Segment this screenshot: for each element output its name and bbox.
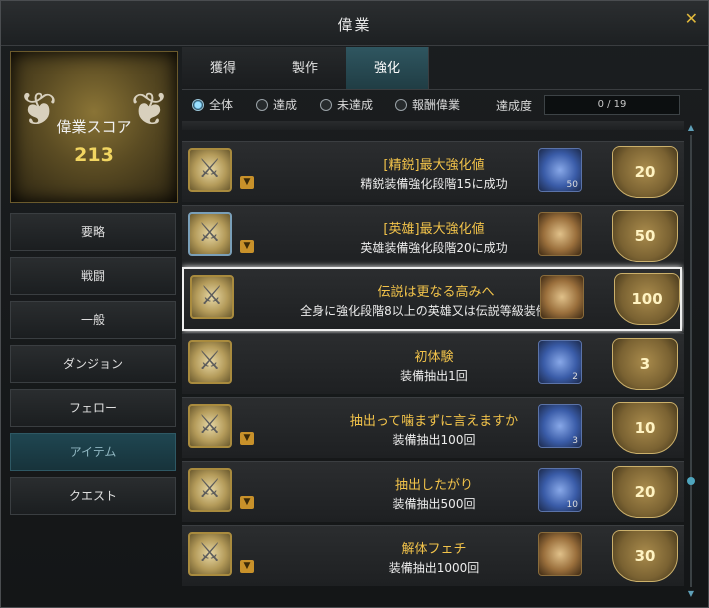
sword-icon: ⚔	[198, 346, 222, 376]
filter-achieved-radio[interactable]: 達成	[256, 97, 297, 113]
radio-dot-icon	[256, 99, 268, 111]
list-item[interactable]: ⚔ ▼ [精鋭]最大強化値 精鋭装備強化段階15に成功 50 20	[182, 141, 684, 202]
filter-reward-label: 報酬偉業	[412, 98, 461, 112]
sword-icon: ⚔	[198, 218, 222, 248]
scroll-track[interactable]	[690, 135, 692, 587]
points-badge: 20	[612, 146, 678, 198]
nav-item-fellow[interactable]: フェロー	[10, 389, 176, 427]
reward-chest-icon	[538, 212, 582, 256]
nav-item-general[interactable]: 一般	[10, 301, 176, 339]
points-badge: 100	[614, 273, 680, 325]
points-badge: 50	[612, 210, 678, 262]
radio-dot-icon	[395, 99, 407, 111]
achievement-icon: ⚔	[188, 404, 232, 448]
reward-gem-icon: 10	[538, 468, 582, 512]
category-nav: 要略 戦闘 一般 ダンジョン フェロー アイテム クエスト	[10, 213, 176, 521]
chevron-down-icon[interactable]: ▼	[240, 432, 254, 445]
sword-icon: ⚔	[198, 538, 222, 568]
progress-value: 0 / 19	[544, 95, 680, 115]
achievement-icon: ⚔	[188, 468, 232, 512]
list-item-highlighted[interactable]: ⚔ 伝説は更なる高みへ 全身に強化段階8以上の英雄又は伝説等級装備着用 100	[182, 267, 682, 331]
reward-chest-icon	[540, 275, 584, 319]
reward-gem-icon: 2	[538, 340, 582, 384]
achievement-icon: ⚔	[188, 532, 232, 576]
chevron-down-icon[interactable]: ▼	[240, 240, 254, 253]
reward-gem-icon: 3	[538, 404, 582, 448]
score-value: 213	[74, 144, 114, 166]
list-scrollbar[interactable]: ▲ ▼	[686, 123, 696, 599]
score-panel: ❦ ❦ 偉業スコア 213	[10, 51, 178, 203]
achievement-icon: ⚔	[188, 148, 232, 192]
achievement-list: ⚔ ▼ [精鋭]最大強化値 精鋭装備強化段階15に成功 50 20 ⚔ ▼ [英…	[182, 121, 684, 599]
achievement-icon: ⚔	[188, 212, 232, 256]
radio-dot-icon	[192, 99, 204, 111]
list-item-partial	[182, 121, 684, 130]
scroll-thumb[interactable]	[687, 477, 695, 485]
achievement-icon: ⚔	[190, 275, 234, 319]
nav-item-summary[interactable]: 要略	[10, 213, 176, 251]
sword-icon: ⚔	[198, 410, 222, 440]
reward-count: 3	[572, 436, 578, 446]
nav-item-dungeon[interactable]: ダンジョン	[10, 345, 176, 383]
reward-count: 10	[566, 500, 578, 510]
filter-reward-radio[interactable]: 報酬偉業	[395, 97, 460, 113]
filter-unachieved-label: 未達成	[337, 98, 374, 112]
achievement-icon: ⚔	[188, 340, 232, 384]
filter-achieved-label: 達成	[273, 98, 298, 112]
points-badge: 30	[612, 530, 678, 582]
filter-unachieved-radio[interactable]: 未達成	[320, 97, 373, 113]
chevron-down-icon[interactable]: ▼	[240, 560, 254, 573]
score-label: 偉業スコア	[56, 118, 132, 136]
close-icon[interactable]: ✕	[685, 9, 698, 28]
sword-icon: ⚔	[200, 281, 224, 311]
left-panel: ❦ ❦ 偉業スコア 213 要略 戦闘 一般 ダンジョン フェロー アイテム ク…	[10, 51, 178, 601]
nav-item-combat[interactable]: 戦闘	[10, 257, 176, 295]
reward-chest-icon	[538, 532, 582, 576]
reward-count: 50	[566, 180, 578, 190]
filter-all-radio[interactable]: 全体	[192, 97, 233, 113]
points-badge: 20	[612, 466, 678, 518]
nav-item-item[interactable]: アイテム	[10, 433, 176, 471]
points-badge: 10	[612, 402, 678, 454]
list-item[interactable]: ⚔ ▼ [英雄]最大強化値 英雄装備強化段階20に成功 50	[182, 205, 684, 266]
tab-acquire[interactable]: 獲得	[182, 47, 265, 89]
list-item[interactable]: ⚔ ▼ 抽出したがり 装備抽出500回 10 20	[182, 461, 684, 522]
nav-item-quest[interactable]: クエスト	[10, 477, 176, 515]
radio-dot-icon	[320, 99, 332, 111]
scroll-down-icon[interactable]: ▼	[686, 589, 696, 599]
sword-icon: ⚔	[198, 154, 222, 184]
title-bar: 偉業 ✕	[1, 1, 708, 46]
progress-label: 達成度	[496, 99, 533, 113]
filter-all-label: 全体	[209, 98, 234, 112]
main-panel: 獲得 製作 強化 全体 達成 未達成 報酬偉業 達成度 0 / 19 ⚔ ▼ […	[182, 47, 702, 603]
filter-bar: 全体 達成 未達成 報酬偉業 達成度 0 / 19	[182, 91, 702, 119]
window-title: 偉業	[337, 16, 372, 34]
tab-bar: 獲得 製作 強化	[182, 47, 702, 90]
points-badge: 3	[612, 338, 678, 390]
tab-enhance[interactable]: 強化	[346, 47, 429, 89]
reward-count: 2	[572, 372, 578, 382]
list-item[interactable]: ⚔ 初体験 装備抽出1回 2 3	[182, 333, 684, 394]
list-item[interactable]: ⚔ ▼ 抽出って噛まずに言えますか 装備抽出100回 3 10	[182, 397, 684, 458]
chevron-down-icon[interactable]: ▼	[240, 496, 254, 509]
tab-craft[interactable]: 製作	[264, 47, 347, 89]
chevron-down-icon[interactable]: ▼	[240, 176, 254, 189]
list-item[interactable]: ⚔ ▼ 解体フェチ 装備抽出1000回 30	[182, 525, 684, 586]
scroll-up-icon[interactable]: ▲	[686, 123, 696, 133]
achievements-window: 偉業 ✕ ❦ ❦ 偉業スコア 213 要略 戦闘 一般 ダンジョン フェロー ア…	[0, 0, 709, 608]
reward-gem-icon: 50	[538, 148, 582, 192]
sword-icon: ⚔	[198, 474, 222, 504]
